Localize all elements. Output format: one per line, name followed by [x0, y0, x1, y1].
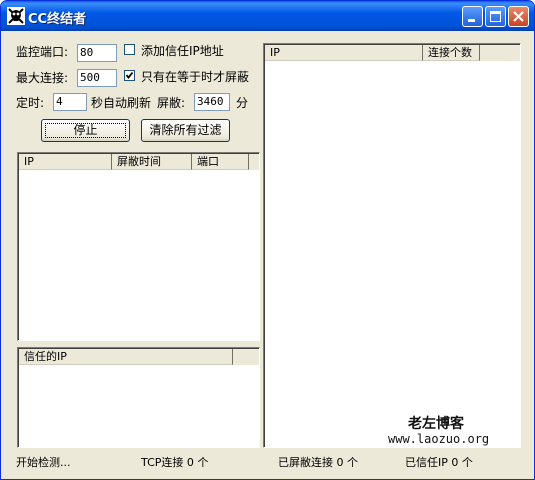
port-label: 监控端口: [16, 45, 69, 59]
stop-button[interactable]: 停止 [41, 119, 130, 142]
trusted-ip-list[interactable]: 信任的IP [17, 347, 260, 448]
column-port[interactable]: 端口 [192, 154, 249, 170]
block-only-equal-label[interactable]: 只有在等于时才屏蔽 [141, 68, 249, 85]
block-unit-label: 分 [236, 96, 249, 110]
title-bar[interactable]: CC终结者 [1, 1, 534, 31]
trusted-list-header: 信任的IP [19, 349, 259, 365]
checkmark-icon [125, 71, 134, 79]
column-trusted-ip[interactable]: 信任的IP [19, 349, 233, 365]
status-tcp-count: TCP连接 0 个 [141, 456, 209, 469]
timer-label: 定时: [16, 96, 45, 110]
port-input[interactable]: 80 [77, 44, 117, 62]
trust-ip-checkbox-label[interactable]: 添加信任IP地址 [141, 42, 224, 59]
minimize-icon [468, 19, 475, 22]
block-duration-label: 屏敝: [157, 96, 186, 110]
column-conn-count[interactable]: 连接个数 [423, 45, 480, 61]
watermark-name: 老左博客 [408, 416, 464, 432]
connections-list[interactable]: IP 连接个数 [263, 43, 521, 448]
block-only-equal-checkbox[interactable] [124, 70, 135, 81]
column-conn-ip[interactable]: IP [265, 45, 423, 61]
timer-input[interactable]: 4 [53, 93, 87, 111]
close-button[interactable] [508, 6, 529, 27]
status-state: 开始检测... [16, 456, 71, 469]
blocked-ip-list[interactable]: IP 屏敝时间 端口 [17, 152, 260, 341]
maximize-icon [490, 11, 501, 22]
status-blocked-count: 已屏敝连接 0 个 [278, 456, 358, 469]
app-skull-icon [7, 7, 25, 25]
connections-list-header: IP 连接个数 [265, 45, 520, 61]
column-block-time[interactable]: 屏敝时间 [112, 154, 192, 170]
app-window: CC终结者 监控端口: 80 添加信任IP地址 最大连接: 500 只有在等于时… [0, 0, 535, 480]
block-duration-input[interactable]: 3460 [194, 93, 230, 111]
close-icon [513, 11, 524, 22]
minimize-button[interactable] [462, 6, 483, 27]
watermark-url: www.laozuo.org [388, 432, 490, 446]
auto-refresh-label: 秒自动刷新 [91, 96, 152, 110]
clear-filters-button[interactable]: 清除所有过滤 [141, 119, 230, 142]
trust-ip-checkbox[interactable] [124, 44, 135, 55]
blocked-list-header: IP 屏敝时间 端口 [19, 154, 259, 170]
window-title: CC终结者 [28, 12, 87, 27]
max-connections-input[interactable]: 500 [77, 69, 117, 87]
column-ip[interactable]: IP [19, 154, 112, 170]
maximize-button[interactable] [485, 6, 506, 27]
max-connections-label: 最大连接: [16, 71, 69, 85]
status-trusted-count: 已信任IP 0 个 [405, 456, 473, 469]
